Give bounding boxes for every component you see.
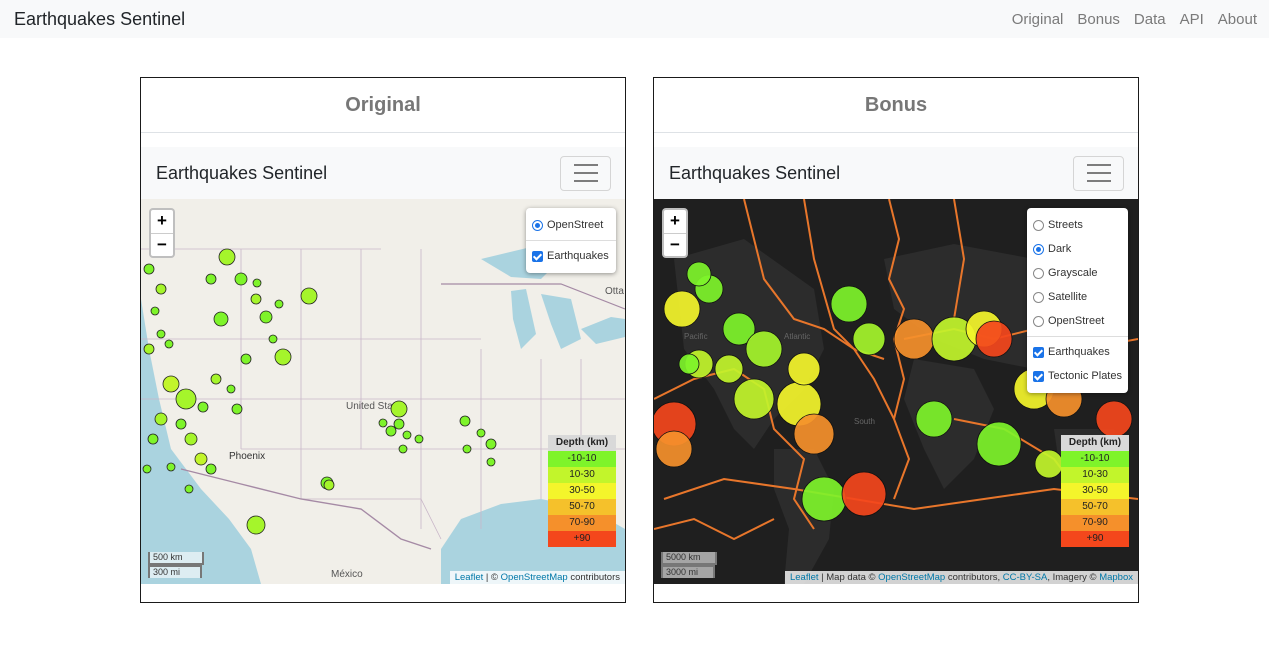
- zoom-in-button[interactable]: +: [664, 210, 686, 233]
- depth-legend: Depth (km) -10-10 10-30 30-50 50-70 70-9…: [548, 435, 616, 547]
- map-label: México: [331, 569, 363, 580]
- radio-icon[interactable]: [1033, 267, 1044, 279]
- layer-streets[interactable]: Streets: [1033, 213, 1121, 237]
- original-map[interactable]: United States Phoenix México Otta + − Op…: [141, 199, 625, 584]
- legend-row: +90: [548, 531, 616, 547]
- svg-text:Pacific: Pacific: [684, 332, 708, 341]
- bonus-map[interactable]: Atlantic Pacific South + − Streets Dark …: [654, 199, 1138, 584]
- scale-bar: 5000 km 3000 mi: [661, 552, 717, 578]
- layer-satellite[interactable]: Satellite: [1033, 285, 1121, 309]
- map-attribution: Leaflet | Map data © OpenStreetMap contr…: [784, 571, 1138, 584]
- leaflet-link[interactable]: Leaflet: [790, 572, 819, 583]
- nav-original[interactable]: Original: [1012, 11, 1064, 28]
- cc-by-sa-link[interactable]: CC-BY-SA: [1003, 572, 1048, 583]
- map-label: Phoenix: [229, 451, 265, 462]
- layer-openstreet[interactable]: OpenStreet: [532, 213, 609, 237]
- checkbox-icon[interactable]: [532, 250, 543, 262]
- map-attribution: Leaflet | © OpenStreetMap contributors: [449, 571, 625, 584]
- layer-grayscale[interactable]: Grayscale: [1033, 261, 1121, 285]
- nav-about[interactable]: About: [1218, 11, 1257, 28]
- zoom-out-button[interactable]: −: [151, 233, 173, 256]
- legend-title: Depth (km): [1061, 435, 1129, 451]
- map-label: Otta: [605, 286, 624, 297]
- legend-row: -10-10: [1061, 451, 1129, 467]
- svg-text:South: South: [854, 417, 875, 426]
- legend-row: 70-90: [548, 515, 616, 531]
- radio-icon[interactable]: [1033, 315, 1044, 327]
- scale-bar: 500 km 300 mi: [148, 552, 204, 578]
- layer-openstreet[interactable]: OpenStreet: [1033, 309, 1121, 333]
- bonus-card: Bonus Earthquakes Sentinel Atlantic Paci…: [653, 77, 1139, 603]
- overlay-tectonic-plates[interactable]: Tectonic Plates: [1033, 364, 1122, 388]
- card-brand[interactable]: Earthquakes Sentinel: [156, 163, 327, 184]
- radio-icon[interactable]: [1033, 219, 1044, 231]
- osm-link[interactable]: OpenStreetMap: [878, 572, 945, 583]
- zoom-control: + −: [662, 208, 688, 258]
- legend-row: 10-30: [548, 467, 616, 483]
- checkbox-icon[interactable]: [1033, 346, 1044, 358]
- card-brand[interactable]: Earthquakes Sentinel: [669, 163, 840, 184]
- legend-row: 30-50: [548, 483, 616, 499]
- legend-row: 70-90: [1061, 515, 1129, 531]
- leaflet-link[interactable]: Leaflet: [455, 572, 484, 583]
- layers-control: Streets Dark Grayscale Satellite OpenStr…: [1027, 208, 1128, 393]
- card-navbar: Earthquakes Sentinel: [654, 147, 1138, 199]
- card-title: Bonus: [654, 78, 1138, 133]
- legend-row: 50-70: [548, 499, 616, 515]
- legend-row: 50-70: [1061, 499, 1129, 515]
- radio-icon[interactable]: [1033, 291, 1044, 303]
- radio-icon[interactable]: [532, 219, 543, 231]
- layers-control: OpenStreet Earthquakes: [526, 208, 616, 273]
- layer-dark[interactable]: Dark: [1033, 237, 1121, 261]
- osm-link[interactable]: OpenStreetMap: [501, 572, 568, 583]
- top-navbar: Earthquakes Sentinel Original Bonus Data…: [0, 0, 1269, 38]
- legend-row: 30-50: [1061, 483, 1129, 499]
- legend-row: 10-30: [1061, 467, 1129, 483]
- scale-km: 5000 km: [661, 552, 717, 565]
- zoom-out-button[interactable]: −: [664, 233, 686, 256]
- nav-bonus[interactable]: Bonus: [1077, 11, 1120, 28]
- overlay-earthquakes[interactable]: Earthquakes: [1033, 340, 1121, 364]
- hamburger-menu-button[interactable]: [1073, 155, 1124, 191]
- checkbox-icon[interactable]: [1033, 370, 1044, 382]
- brand[interactable]: Earthquakes Sentinel: [14, 9, 185, 30]
- card-navbar: Earthquakes Sentinel: [141, 147, 625, 199]
- hamburger-menu-button[interactable]: [560, 155, 611, 191]
- legend-title: Depth (km): [548, 435, 616, 451]
- original-card: Original Earthquakes Sentinel United Sta…: [140, 77, 626, 603]
- legend-row: -10-10: [548, 451, 616, 467]
- nav-api[interactable]: API: [1180, 11, 1204, 28]
- scale-km: 500 km: [148, 552, 204, 565]
- depth-legend: Depth (km) -10-10 10-30 30-50 50-70 70-9…: [1061, 435, 1129, 547]
- overlay-earthquakes[interactable]: Earthquakes: [532, 244, 609, 268]
- radio-icon[interactable]: [1033, 243, 1044, 255]
- divider: [526, 240, 616, 241]
- svg-text:Atlantic: Atlantic: [784, 332, 810, 341]
- mapbox-link[interactable]: Mapbox: [1099, 572, 1133, 583]
- scale-mi: 3000 mi: [661, 565, 715, 578]
- nav-links: Original Bonus Data API About: [998, 11, 1257, 28]
- scale-mi: 300 mi: [148, 565, 202, 578]
- zoom-in-button[interactable]: +: [151, 210, 173, 233]
- zoom-control: + −: [149, 208, 175, 258]
- card-title: Original: [141, 78, 625, 133]
- legend-row: +90: [1061, 531, 1129, 547]
- nav-data[interactable]: Data: [1134, 11, 1166, 28]
- divider: [1027, 336, 1128, 337]
